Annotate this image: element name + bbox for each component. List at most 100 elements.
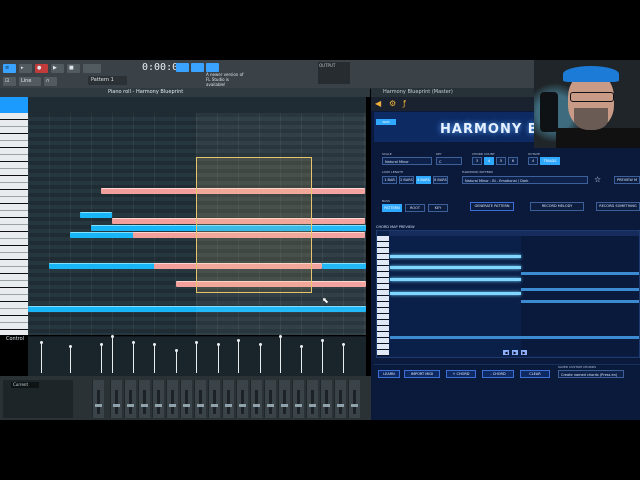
- stop-button[interactable]: ■: [67, 63, 80, 73]
- mixer-strip[interactable]: [124, 380, 136, 418]
- import-midi-button[interactable]: IMPORT MIDI: [404, 370, 440, 378]
- mixer-strip[interactable]: [348, 380, 360, 418]
- learn-button[interactable]: LEARN: [378, 370, 400, 378]
- chord-count-option[interactable]: 6: [508, 157, 518, 165]
- clear-button[interactable]: CLEAR: [520, 370, 550, 378]
- mixer-strip[interactable]: [320, 380, 332, 418]
- velocity-bar[interactable]: [342, 343, 345, 373]
- current-selector[interactable]: Current: [11, 382, 39, 388]
- octave-option[interactable]: 4: [528, 157, 538, 165]
- loop-length-label: LOOP LENGTH: [382, 170, 404, 174]
- velocity-bar[interactable]: [259, 343, 262, 373]
- fl-menu-button[interactable]: ≡: [3, 63, 16, 73]
- note[interactable]: [49, 263, 155, 269]
- bass-option[interactable]: KEY: [428, 204, 448, 212]
- saved-chords-select[interactable]: Create named chords (Press en): [558, 370, 624, 378]
- mixer-strip[interactable]: [278, 380, 290, 418]
- presenter-shirt: [556, 128, 640, 148]
- mixer-strip[interactable]: [138, 380, 150, 418]
- bass-option[interactable]: PATTERN: [382, 204, 402, 212]
- generate-pattern-button[interactable]: GENERATE PATTERN: [470, 202, 514, 211]
- velocity-bar[interactable]: [175, 349, 178, 373]
- octave-label: OCTAVE: [528, 152, 540, 156]
- mixer-strip[interactable]: [236, 380, 248, 418]
- triads-option[interactable]: TRIADS: [540, 157, 560, 165]
- line-select[interactable]: Line: [19, 76, 41, 86]
- selection-box[interactable]: [196, 157, 312, 293]
- mixer-strip[interactable]: [222, 380, 234, 418]
- harmonic-pattern-select[interactable]: Natural Minor - Bi - Emotional / Dark: [462, 176, 588, 184]
- mode-button-3[interactable]: [206, 63, 219, 72]
- star-icon[interactable]: ☆: [594, 175, 601, 184]
- mixer-strip[interactable]: [194, 380, 206, 418]
- add-chord-button[interactable]: + CHORD: [446, 370, 476, 378]
- record-melody-button[interactable]: RECORD MELODY: [530, 202, 584, 211]
- record-button[interactable]: ●: [35, 63, 48, 73]
- prev-icon[interactable]: ◀: [503, 350, 509, 355]
- chord-count-group: 3 4 5 6: [472, 157, 518, 165]
- remove-chord-button[interactable]: - CHORD: [482, 370, 514, 378]
- song-mode-button[interactable]: [83, 63, 101, 73]
- loop-length-option[interactable]: 8 BARS: [433, 176, 448, 184]
- mixer-strip[interactable]: [334, 380, 346, 418]
- plugin-arrow-icon[interactable]: ◀: [375, 99, 381, 108]
- preview-button[interactable]: PREVIEW M: [614, 176, 640, 184]
- mixer-strip[interactable]: [152, 380, 164, 418]
- velocity-bar[interactable]: [69, 345, 72, 373]
- microphone-image: [540, 92, 558, 132]
- skin-button[interactable]: SKIN: [376, 119, 396, 125]
- mixer-strip[interactable]: [264, 380, 276, 418]
- mode-button-1[interactable]: [176, 63, 189, 72]
- velocity-bar[interactable]: [132, 341, 135, 373]
- plugin-wrench-icon[interactable]: ƒ: [403, 99, 406, 108]
- pattern-selector[interactable]: Pattern 1: [88, 76, 127, 85]
- file-menu-button[interactable]: ▸: [19, 63, 32, 73]
- piano-keyboard[interactable]: [0, 113, 28, 335]
- bass-option[interactable]: ROOT: [405, 204, 425, 212]
- chord-map-note: [390, 278, 521, 281]
- velocity-bar[interactable]: [217, 343, 220, 373]
- play-icon[interactable]: ▶: [512, 350, 518, 355]
- note[interactable]: [70, 232, 134, 238]
- magnet-icon[interactable]: ∩: [44, 76, 57, 86]
- velocity-bar[interactable]: [100, 343, 103, 373]
- mixer-strip[interactable]: [110, 380, 122, 418]
- mixer-strip[interactable]: [306, 380, 318, 418]
- loop-length-option[interactable]: 2 BARS: [399, 176, 414, 184]
- piano-roll-title: Piano roll - Harmony Blueprint: [0, 88, 370, 97]
- velocity-bar[interactable]: [111, 335, 114, 373]
- plugin-gear-icon[interactable]: ⚙: [389, 99, 396, 108]
- snap-icon[interactable]: ⊡: [3, 76, 16, 86]
- scale-select[interactable]: Natural Minor: [382, 157, 432, 165]
- velocity-bar[interactable]: [237, 339, 240, 373]
- chord-map-note: [390, 292, 521, 295]
- mixer-strip[interactable]: [292, 380, 304, 418]
- mixer-strip[interactable]: [180, 380, 192, 418]
- play-button[interactable]: ▶: [51, 63, 64, 73]
- mode-button-2[interactable]: [191, 63, 204, 72]
- chord-count-option[interactable]: 4: [484, 157, 494, 165]
- velocity-lane[interactable]: [28, 335, 366, 377]
- letterbox-top: [0, 0, 640, 60]
- mixer-strip[interactable]: [250, 380, 262, 418]
- next-icon[interactable]: ▶: [521, 350, 527, 355]
- key-select[interactable]: C: [436, 157, 462, 165]
- note[interactable]: [80, 212, 112, 218]
- velocity-bar[interactable]: [40, 341, 43, 373]
- presenter-cap: [563, 66, 619, 82]
- chord-count-option[interactable]: 3: [472, 157, 482, 165]
- piano-roll-ruler[interactable]: [28, 97, 366, 114]
- record-something-button[interactable]: RECORD SOMETHING FOR: [596, 202, 640, 211]
- loop-length-option[interactable]: 4 BARS: [416, 176, 431, 184]
- key-label: KEY: [436, 152, 442, 156]
- mixer-strip[interactable]: [208, 380, 220, 418]
- velocity-bar[interactable]: [300, 345, 303, 373]
- mixer-strip[interactable]: [92, 380, 104, 418]
- velocity-bar[interactable]: [153, 343, 156, 373]
- mixer-strip[interactable]: [166, 380, 178, 418]
- loop-length-option[interactable]: 1 BAR: [382, 176, 397, 184]
- velocity-bar[interactable]: [279, 335, 282, 373]
- chord-count-option[interactable]: 5: [496, 157, 506, 165]
- velocity-bar[interactable]: [321, 339, 324, 373]
- velocity-bar[interactable]: [195, 341, 198, 373]
